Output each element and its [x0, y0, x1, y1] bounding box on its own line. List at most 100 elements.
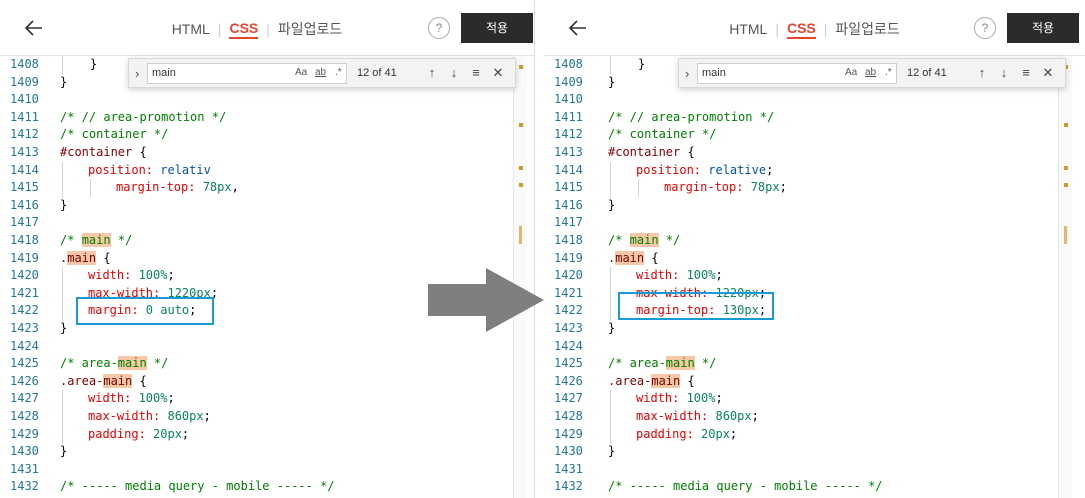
editor-tabs: HTML | CSS | 파일업로드 [0, 19, 534, 39]
line-number: 1418 [10, 233, 39, 247]
code-line: } [90, 57, 98, 71]
tab-separator: | [823, 21, 828, 37]
code-line: width: 100%; [636, 268, 723, 283]
previous-match-icon[interactable]: ↑ [424, 64, 440, 82]
line-number-gutter: 1408 1409 1410 1411 1412 1413 1414 1415 … [0, 56, 50, 498]
indent-guide [610, 390, 611, 444]
search-match: main [81, 233, 111, 247]
ruler-mark [1064, 123, 1068, 127]
tab-separator: | [775, 21, 779, 37]
line-number: 1429 [554, 426, 583, 441]
code-editor[interactable]: 1408 1409 1410 1411 1412 1413 1414 1415 … [544, 56, 1085, 498]
next-match-icon[interactable]: ↓ [996, 64, 1012, 82]
tab-file-upload[interactable]: 파일업로드 [835, 19, 899, 39]
search-match: main [103, 373, 133, 388]
line-number: 1417 [10, 215, 39, 230]
line-number: 1430 [554, 444, 583, 459]
help-icon[interactable]: ? [428, 17, 450, 39]
line-number: 1420 [554, 268, 583, 283]
search-match: main [67, 250, 97, 265]
line-number: 1420 [10, 268, 39, 283]
code-line: #container { [608, 145, 695, 159]
line-number: 1423 [10, 321, 39, 335]
ruler-mark [1064, 226, 1067, 244]
tab-file-upload[interactable]: 파일업로드 [278, 19, 342, 39]
help-icon[interactable]: ? [974, 17, 996, 39]
whole-word-icon[interactable]: ab [315, 67, 326, 78]
line-number: 1408 [554, 57, 583, 71]
ruler-mark [519, 166, 523, 170]
chevron-right-icon[interactable]: › [135, 66, 139, 81]
close-icon[interactable]: ✕ [1040, 64, 1056, 82]
match-count: 12 of 41 [357, 67, 397, 79]
line-number: 1422 [554, 303, 583, 318]
overview-ruler[interactable] [1058, 56, 1072, 498]
line-number: 1410 [10, 92, 39, 107]
whole-word-icon[interactable]: ab [865, 67, 876, 78]
code-content[interactable]: } } /* // area-promotion */ /* container… [608, 56, 1085, 498]
line-number: 1408 [10, 57, 39, 71]
code-line: /* area-main */ [60, 356, 169, 371]
tab-html[interactable]: HTML [172, 21, 210, 37]
code-line: margin-top: 78px, [116, 180, 239, 195]
line-number: 1421 [554, 285, 583, 300]
line-number: 1423 [554, 321, 583, 335]
tab-css[interactable]: CSS [229, 20, 259, 39]
chevron-right-icon[interactable]: › [685, 66, 689, 81]
search-match: main [629, 233, 659, 247]
ruler-mark [519, 65, 523, 69]
line-number: 1411 [10, 109, 39, 124]
next-match-icon[interactable]: ↓ [446, 64, 462, 82]
code-line: /* ----- media query - mobile ----- */ [608, 479, 883, 494]
match-case-icon[interactable]: Aa [295, 67, 307, 78]
tab-separator: | [266, 21, 270, 37]
line-number-gutter: 1408 1409 1410 1411 1412 1413 1414 1415 … [544, 56, 594, 498]
line-number: 1419 [10, 250, 39, 265]
code-line: width: 100%; [88, 268, 175, 283]
regex-icon[interactable]: .* [885, 67, 892, 78]
code-line: /* ----- media query - mobile ----- */ [60, 479, 335, 494]
change-highlight-box [76, 297, 214, 325]
tab-html[interactable]: HTML [729, 21, 767, 37]
right-arrow-icon [428, 268, 544, 332]
line-number: 1409 [10, 74, 39, 89]
code-line: /* container */ [60, 127, 169, 142]
find-in-selection-icon[interactable]: ≡ [468, 64, 484, 82]
line-number: 1428 [10, 409, 39, 423]
line-number: 1414 [10, 162, 39, 177]
code-line: padding: 20px; [636, 426, 738, 441]
code-line: padding: 20px; [88, 426, 190, 441]
apply-button[interactable]: 적용 [461, 13, 533, 43]
ruler-mark [519, 183, 523, 187]
search-match: main [651, 373, 681, 388]
code-line: } [60, 197, 68, 212]
close-icon[interactable]: ✕ [490, 64, 506, 82]
line-number: 1419 [554, 250, 583, 265]
code-line: /* area-main */ [608, 356, 717, 371]
indent-guide [638, 179, 639, 197]
line-number: 1427 [10, 391, 39, 406]
indent-guide [62, 267, 63, 321]
panel-divider [534, 0, 535, 498]
apply-button[interactable]: 적용 [1007, 13, 1079, 43]
code-line: .area-main { [608, 373, 695, 388]
line-number: 1425 [10, 356, 39, 371]
tab-css[interactable]: CSS [786, 20, 816, 39]
change-highlight-box [618, 292, 774, 320]
code-line: /* main */ [608, 233, 681, 247]
regex-icon[interactable]: .* [335, 67, 342, 78]
line-number: 1427 [554, 391, 583, 406]
line-number: 1415 [10, 180, 39, 195]
previous-match-icon[interactable]: ↑ [974, 64, 990, 82]
find-in-selection-icon[interactable]: ≡ [1018, 64, 1034, 82]
code-line: .area-main { [60, 373, 147, 388]
code-line: } [638, 57, 646, 71]
tab-separator: | [217, 21, 222, 37]
code-line: } [60, 444, 68, 459]
code-line: } [608, 197, 616, 212]
ruler-mark [1064, 166, 1068, 170]
code-line: width: 100%; [88, 391, 175, 406]
code-line: width: 100%; [636, 391, 723, 406]
line-number: 1417 [554, 215, 583, 230]
match-case-icon[interactable]: Aa [845, 67, 857, 78]
